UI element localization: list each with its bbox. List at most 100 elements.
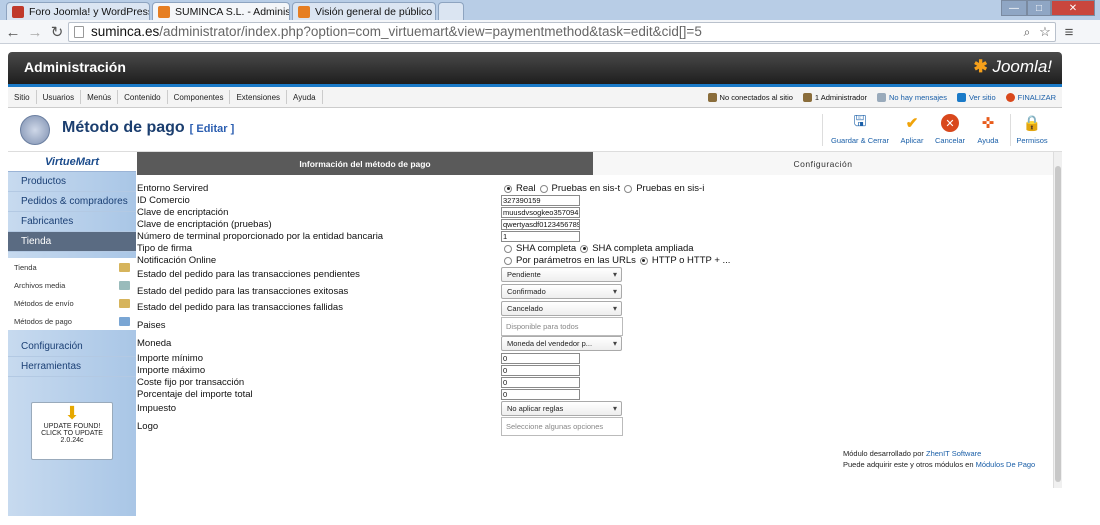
close-icon[interactable]: ✕ <box>432 6 435 17</box>
permissions-button[interactable]: 🔒 Permisos <box>1014 114 1050 145</box>
radio-sha[interactable] <box>504 244 512 253</box>
sidebar-item-tienda[interactable]: Tienda <box>8 232 136 252</box>
users-icon <box>707 92 717 102</box>
fallida-select[interactable]: Cancelado <box>501 301 622 316</box>
menu-extensiones[interactable]: Extensiones <box>230 90 288 104</box>
tab-configuracion[interactable]: Configuración <box>593 152 1053 175</box>
modulos-pago-link[interactable]: Módulos De Pago <box>976 460 1036 469</box>
apply-button[interactable]: ✔ Aplicar <box>896 114 928 145</box>
sidebar-item-productos[interactable]: Productos <box>8 172 136 192</box>
sidebar-subitem-tienda[interactable]: Tienda <box>8 258 136 276</box>
minimize-button[interactable]: — <box>1001 0 1027 16</box>
menu-contenido[interactable]: Contenido <box>118 90 168 104</box>
clave-pruebas-input[interactable]: qwertyasdf0123456789 <box>501 219 580 230</box>
toolbar: Método de pago [ Editar ] 🖫 Guardar & Cerr… <box>8 108 1062 152</box>
zhenit-link[interactable]: ZhenIT Software <box>926 449 981 458</box>
exitosa-select[interactable]: Confirmado <box>501 284 622 299</box>
terminal-input[interactable]: 1 <box>501 231 580 242</box>
id-comercio-input[interactable]: 327390159 <box>501 195 580 206</box>
browser-tab-3[interactable]: Visión general de público ✕ <box>292 2 436 20</box>
lock-icon: 🔒 <box>1022 115 1042 132</box>
update-line-1: UPDATE FOUND! <box>43 423 101 430</box>
back-arrow-icon[interactable]: ← <box>4 23 22 41</box>
importe-min-input[interactable]: 0 <box>501 353 580 364</box>
logout-text[interactable]: FINALIZAR <box>1018 93 1056 102</box>
porcentaje-input[interactable]: 0 <box>501 389 580 400</box>
new-tab-button[interactable] <box>438 2 464 20</box>
url-field[interactable]: suminca.es/administrator/index.php?optio… <box>68 22 1056 42</box>
update-notice[interactable]: ⬇ UPDATE FOUND! CLICK TO UPDATE 2.0.24c <box>31 402 113 460</box>
update-version: 2.0.24c <box>60 437 84 444</box>
page-title-text: Método de pago <box>62 119 185 136</box>
sidebar-subitem-media[interactable]: Archivos media <box>8 276 136 294</box>
apply-icon: ✔ <box>905 115 919 132</box>
importe-max-input[interactable]: 0 <box>501 365 580 376</box>
sidebar-item-configuracion[interactable]: Configuración <box>8 337 136 357</box>
view-site-link[interactable]: Ver sitio <box>956 92 996 102</box>
maximize-button[interactable]: □ <box>1027 0 1051 16</box>
label-exitosa: Estado del pedido para las transacciones… <box>137 286 349 297</box>
messages-status[interactable]: No hay mensajes <box>877 92 947 102</box>
bookmark-star-icon[interactable]: ☆ <box>1036 23 1054 41</box>
label-coste-fijo: Coste fijo por transacción <box>137 377 245 388</box>
reload-icon[interactable]: ↻ <box>48 23 66 41</box>
admins-text: 1 Administrador <box>814 92 868 102</box>
radio-urls[interactable] <box>504 256 512 265</box>
messages-text[interactable]: No hay mensajes <box>889 93 947 102</box>
menu-componentes[interactable]: Componentes <box>168 90 231 104</box>
impuesto-select[interactable]: No aplicar reglas <box>501 401 622 416</box>
cancel-button[interactable]: ✕ Cancelar <box>932 114 968 145</box>
scrollbar[interactable] <box>1053 152 1062 488</box>
sidebar-subitem-envio[interactable]: Métodos de envío <box>8 294 136 312</box>
logo-multiselect[interactable]: Seleccione algunas opciones <box>501 417 623 436</box>
label-fallida: Estado del pedido para las transacciones… <box>137 302 343 313</box>
tab-informacion[interactable]: Información del método de pago <box>137 152 593 175</box>
not-connected-status: No conectados al sitio <box>707 92 793 102</box>
view-site-text[interactable]: Ver sitio <box>969 93 996 102</box>
label-entorno: Entorno Servired <box>137 183 209 194</box>
logout-link[interactable]: FINALIZAR <box>1005 92 1056 102</box>
browser-tab-2[interactable]: SUMINCA S.L. - Administ ✕ <box>152 2 290 20</box>
radio-label: SHA completa ampliada <box>592 243 694 254</box>
browser-tab-1[interactable]: Foro Joomla! y WordPress ✕ <box>6 2 150 20</box>
zoom-icon[interactable]: ⌕ <box>1018 23 1036 41</box>
subitem-label: Archivos media <box>14 280 66 290</box>
sidebar-item-fabricantes[interactable]: Fabricantes <box>8 212 136 232</box>
moneda-select[interactable]: Moneda del vendedor p... <box>501 336 622 351</box>
entorno-radios: Real Pruebas en sis-t Pruebas en sis-i <box>504 183 704 194</box>
sidebar-item-herramientas[interactable]: Herramientas <box>8 357 136 377</box>
menu-icon[interactable]: ≡ <box>1060 23 1078 41</box>
credits-text-2: Puede adquirir este y otros módulos en <box>843 460 974 469</box>
media-icon <box>119 281 130 290</box>
edit-tag: [ Editar ] <box>189 123 235 135</box>
menu-usuarios[interactable]: Usuarios <box>37 90 82 104</box>
radio-sis-t[interactable] <box>539 184 548 193</box>
credits-line-2: Puede adquirir este y otros módulos en M… <box>843 459 1035 470</box>
sidebar-item-pedidos[interactable]: Pedidos & compradores <box>8 192 136 212</box>
pendiente-select[interactable]: Pendiente <box>501 267 622 282</box>
help-icon: ✜ <box>981 115 995 132</box>
payment-form: Entorno Servired Real Pruebas en sis-t P… <box>137 175 1053 515</box>
scrollbar-thumb[interactable] <box>1055 166 1061 482</box>
label-clave-pruebas: Clave de encriptación (pruebas) <box>137 219 272 230</box>
browser-tab-title: SUMINCA S.L. - Administ <box>175 5 290 18</box>
menu-menus[interactable]: Menús <box>81 90 119 104</box>
menu-ayuda[interactable]: Ayuda <box>287 90 323 104</box>
menu-sitio[interactable]: Sitio <box>8 90 37 104</box>
clave-input[interactable]: muusdvsogkeo357094 <box>501 207 580 218</box>
label-terminal: Número de terminal proporcionado por la … <box>137 231 384 242</box>
coste-fijo-input[interactable]: 0 <box>501 377 580 388</box>
firma-radios: SHA completa SHA completa ampliada <box>504 243 694 254</box>
radio-sha-ampliada[interactable] <box>580 244 589 253</box>
label-importe-min: Importe mínimo <box>137 353 203 364</box>
radio-sis-i[interactable] <box>624 184 633 193</box>
help-button[interactable]: ✜ Ayuda <box>972 114 1004 145</box>
window-close-button[interactable]: ✕ <box>1051 0 1095 16</box>
radio-http[interactable] <box>639 256 648 265</box>
sidebar-subitem-pago[interactable]: Métodos de pago <box>8 312 136 330</box>
radio-real[interactable] <box>504 184 512 193</box>
radio-label: Real <box>516 183 536 194</box>
save-close-button[interactable]: 🖫 Guardar & Cerrar <box>830 113 890 146</box>
forward-arrow-icon[interactable]: → <box>26 23 44 41</box>
paises-multiselect[interactable]: Disponible para todos <box>501 317 623 336</box>
